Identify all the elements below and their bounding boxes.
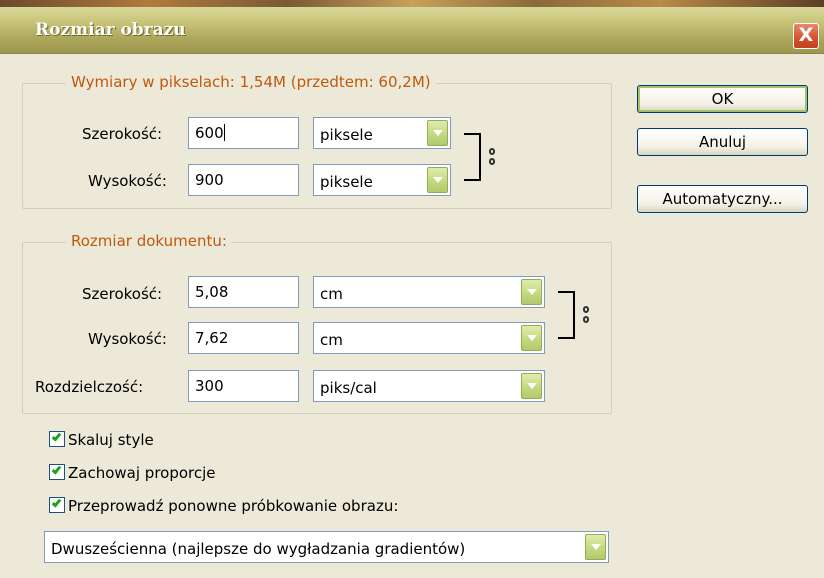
constrain-proportions-checkbox[interactable] xyxy=(49,464,65,480)
pixel-height-input[interactable]: 900 xyxy=(188,164,299,196)
document-link-bracket xyxy=(558,291,575,339)
pixel-width-value: 600 xyxy=(195,124,224,142)
link-chain-icon xyxy=(488,148,496,166)
link-chain-icon xyxy=(582,306,590,324)
pixel-width-label: Szerokość: xyxy=(82,125,163,143)
pixel-height-unit-select[interactable]: piksele xyxy=(313,164,451,196)
doc-width-unit-select[interactable]: cm xyxy=(313,276,545,308)
doc-width-unit-value: cm xyxy=(320,285,343,303)
scale-styles-label[interactable]: Skaluj style xyxy=(68,430,154,450)
chevron-down-icon[interactable] xyxy=(521,279,542,305)
doc-width-label: Szerokość: xyxy=(82,285,163,303)
window-title: Rozmiar obrazu xyxy=(35,20,186,40)
doc-width-input[interactable]: 5,08 xyxy=(188,276,299,308)
chevron-down-icon[interactable] xyxy=(521,325,542,351)
scale-styles-checkbox[interactable] xyxy=(49,431,65,447)
pixel-height-unit-value: piksele xyxy=(320,173,373,191)
doc-height-value: 7,62 xyxy=(195,329,229,347)
pixel-dimensions-legend: Wymiary w pikselach: 1,54M (przedtem: 60… xyxy=(66,73,436,91)
pixel-height-value: 900 xyxy=(195,171,224,189)
ok-button[interactable]: OK xyxy=(637,85,808,113)
chevron-down-icon[interactable] xyxy=(521,373,542,399)
pixel-link-bracket xyxy=(464,133,481,181)
doc-height-label: Wysokość: xyxy=(88,330,167,348)
resample-checkbox[interactable] xyxy=(49,497,65,513)
resolution-label: Rozdzielczość: xyxy=(35,378,144,396)
constrain-proportions-label[interactable]: Zachowaj proporcje xyxy=(68,463,216,483)
resample-method-value: Dwusześcienna (najlepsze do wygładzania … xyxy=(51,540,466,558)
close-button[interactable]: X xyxy=(793,23,819,49)
resample-method-select[interactable]: Dwusześcienna (najlepsze do wygładzania … xyxy=(44,531,609,563)
chevron-down-icon[interactable] xyxy=(427,167,448,193)
text-caret xyxy=(223,124,225,141)
auto-button[interactable]: Automatyczny... xyxy=(637,185,808,213)
close-icon: X xyxy=(798,24,814,46)
resolution-value: 300 xyxy=(195,377,224,395)
title-bar[interactable]: Rozmiar obrazu X xyxy=(0,7,824,54)
chevron-down-icon[interactable] xyxy=(585,534,606,560)
checkmark-icon xyxy=(51,464,62,475)
doc-height-unit-value: cm xyxy=(320,331,343,349)
background-strip xyxy=(0,0,824,7)
doc-height-unit-select[interactable]: cm xyxy=(313,322,545,354)
cancel-button[interactable]: Anuluj xyxy=(637,128,808,156)
chevron-down-icon[interactable] xyxy=(427,120,448,146)
pixel-height-label: Wysokość: xyxy=(88,172,167,190)
pixel-width-unit-select[interactable]: piksele xyxy=(313,117,451,149)
doc-height-input[interactable]: 7,62 xyxy=(188,322,299,354)
pixel-width-unit-value: piksele xyxy=(320,126,373,144)
checkmark-icon xyxy=(51,497,62,508)
resolution-input[interactable]: 300 xyxy=(188,370,299,402)
resolution-unit-select[interactable]: piks/cal xyxy=(313,370,545,402)
pixel-width-input[interactable]: 600 xyxy=(188,117,299,149)
resolution-unit-value: piks/cal xyxy=(320,379,377,397)
resample-label[interactable]: Przeprowadź ponowne próbkowanie obrazu: xyxy=(68,496,398,516)
checkmark-icon xyxy=(51,431,62,442)
doc-width-value: 5,08 xyxy=(195,283,229,301)
document-size-legend: Rozmiar dokumentu: xyxy=(66,232,232,250)
